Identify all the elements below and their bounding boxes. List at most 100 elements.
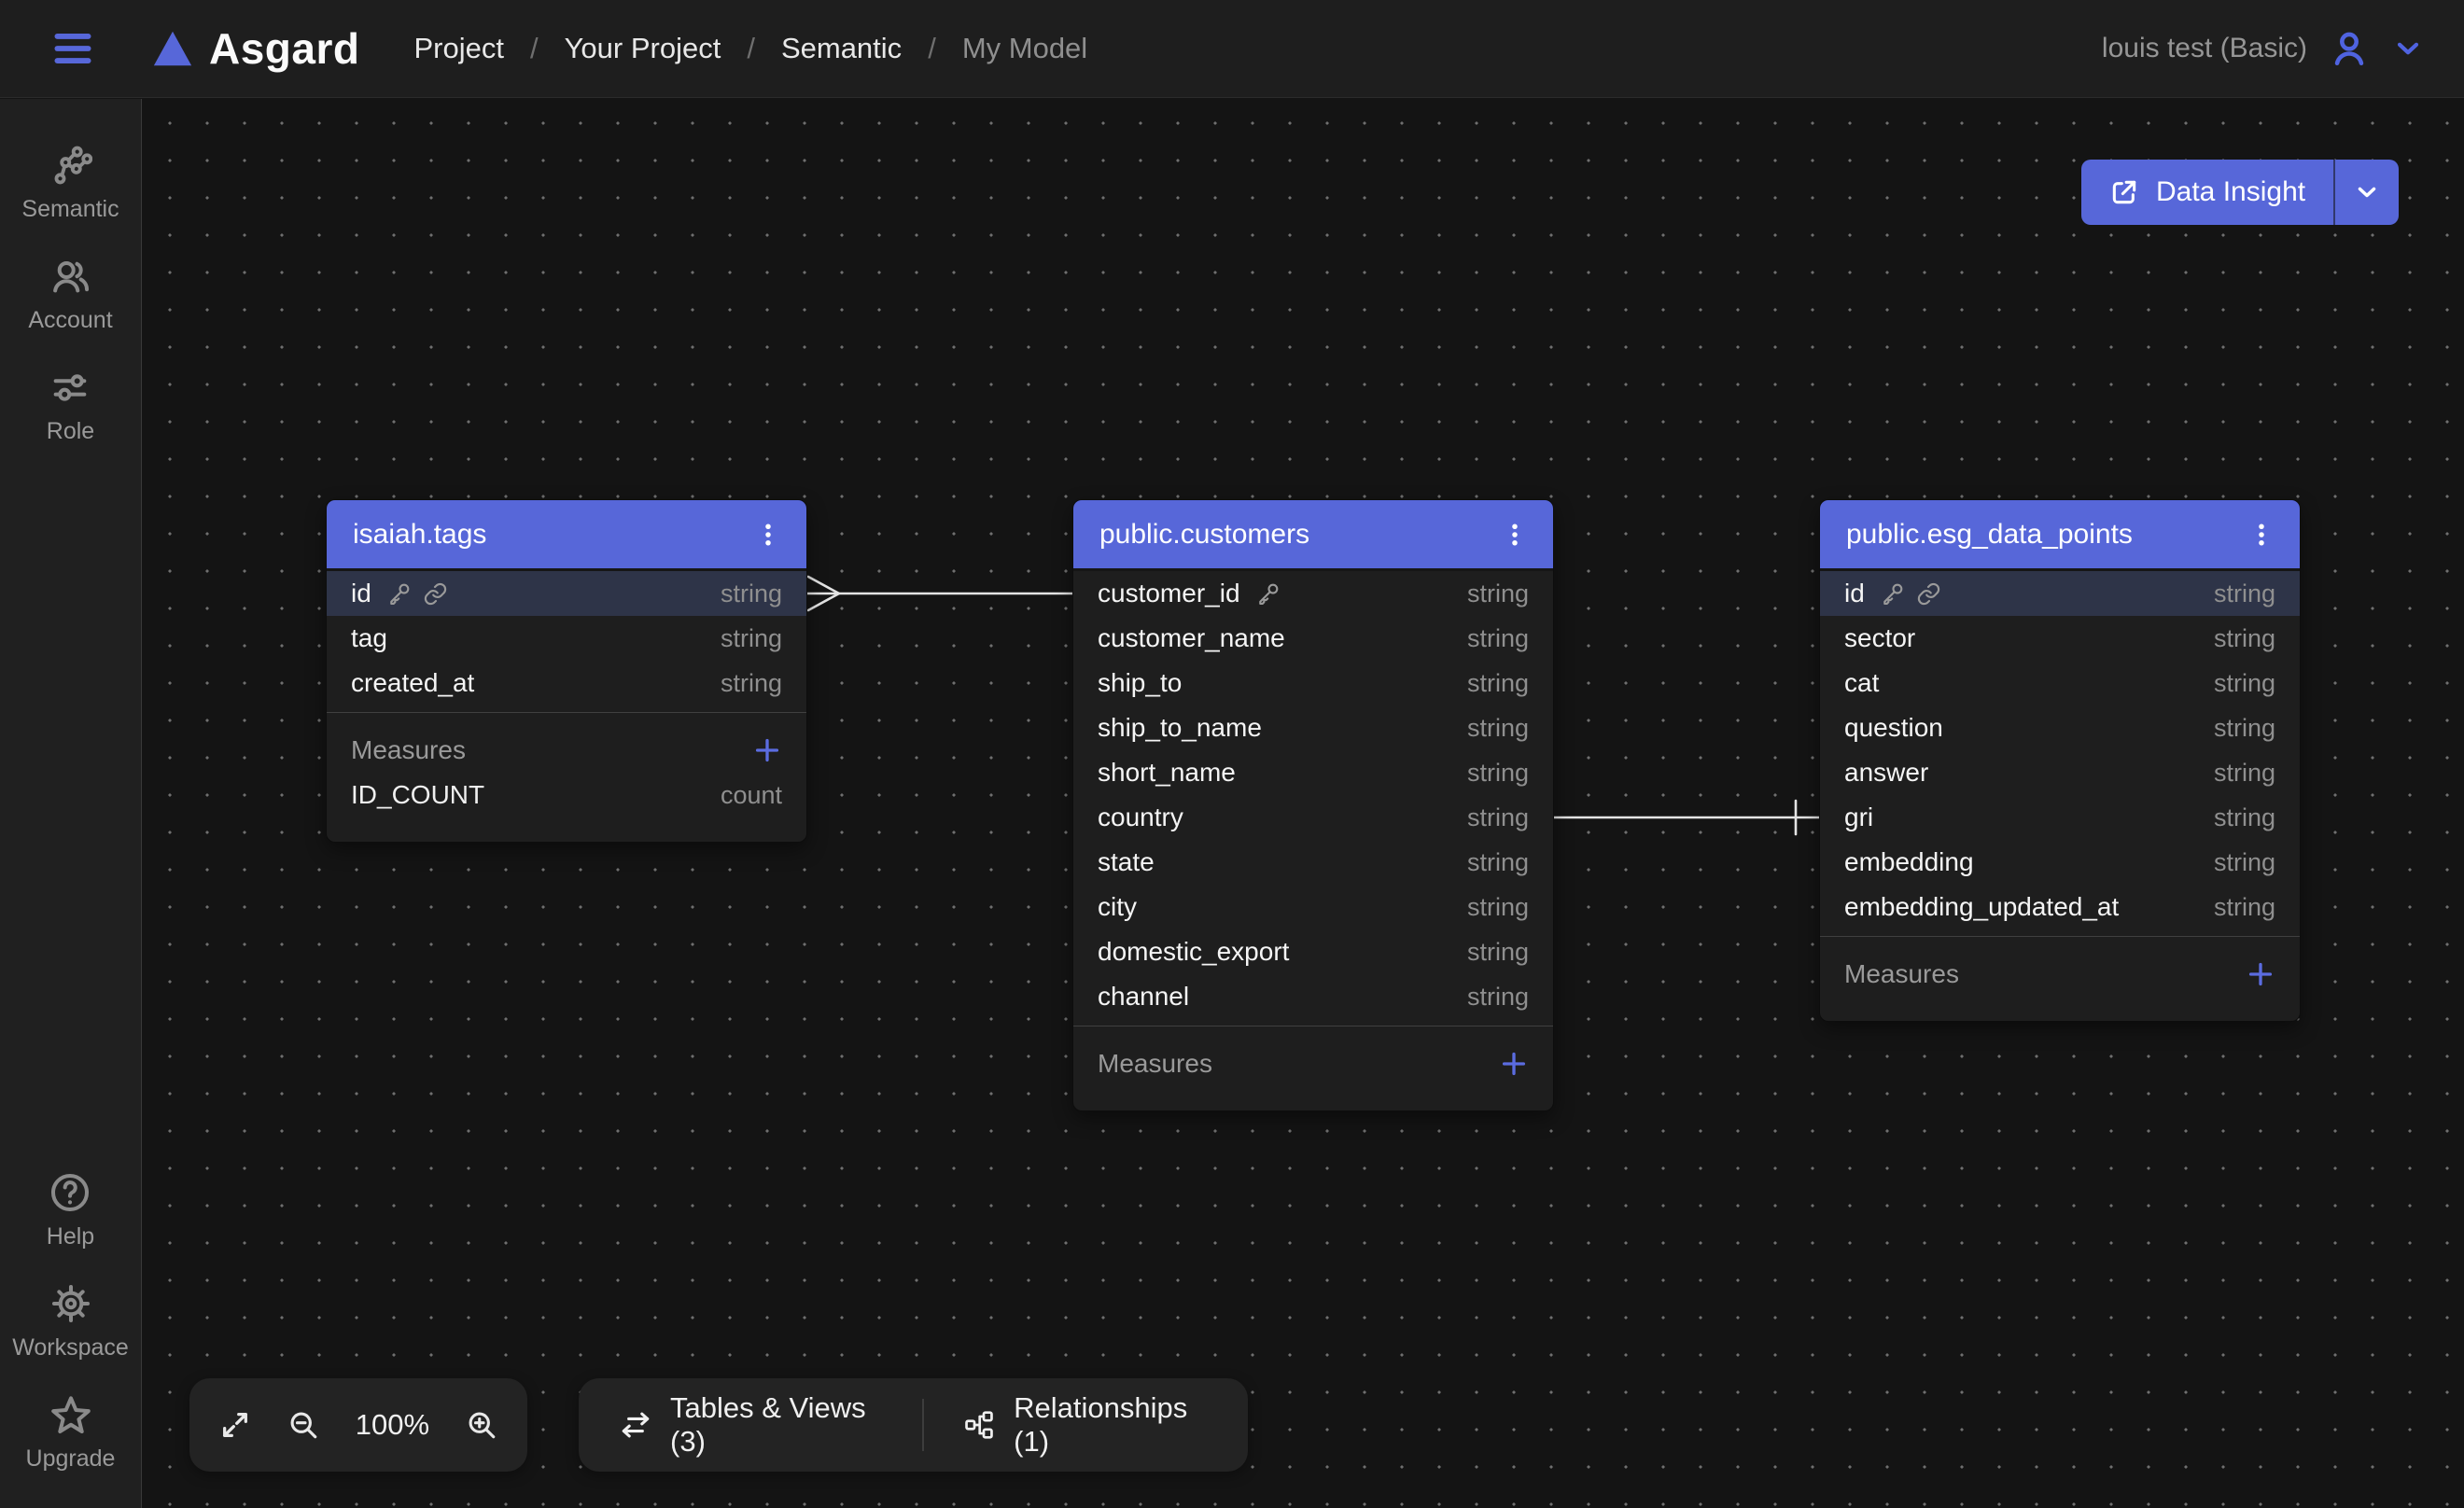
field-type: string — [1467, 983, 1529, 1012]
field-type: string — [1467, 714, 1529, 743]
add-measure-button[interactable] — [1499, 1049, 1529, 1079]
measures-section: Measures — [1820, 937, 2300, 1021]
field-row-tag[interactable]: tag string — [327, 616, 806, 661]
field-row-sector[interactable]: sector string — [1820, 616, 2300, 661]
brand-name: Asgard — [209, 23, 359, 74]
field-row-answer[interactable]: answer string — [1820, 750, 2300, 795]
kebab-menu-icon[interactable] — [2244, 517, 2279, 552]
field-row-state[interactable]: state string — [1073, 840, 1553, 885]
tables-views-button[interactable]: Tables & Views (3) — [620, 1391, 883, 1459]
top-bar: Asgard Project/Your Project/Semantic/My … — [0, 0, 2464, 98]
sidebar-item-role[interactable]: Role — [47, 366, 94, 445]
field-row-cat[interactable]: cat string — [1820, 661, 2300, 705]
field-name: id — [351, 579, 371, 608]
field-row-id[interactable]: id string — [1820, 571, 2300, 616]
field-type: string — [2214, 759, 2275, 788]
field-row-customer_name[interactable]: customer_name string — [1073, 616, 1553, 661]
sidebar-item-help[interactable]: Help — [47, 1171, 94, 1250]
relationships-icon — [963, 1409, 995, 1441]
breadcrumb-item-project[interactable]: Project — [413, 32, 503, 65]
measure-row-ID_COUNT[interactable]: ID_COUNT count — [327, 773, 806, 817]
field-row-question[interactable]: question string — [1820, 705, 2300, 750]
field-list: id string tag string created_at string — [327, 571, 806, 705]
relationships-button[interactable]: Relationships (1) — [963, 1391, 1207, 1459]
hamburger-icon — [49, 24, 97, 73]
field-type: string — [1467, 893, 1529, 922]
field-name: country — [1098, 803, 1183, 832]
measures-label: Measures — [1098, 1049, 1212, 1079]
field-row-short_name[interactable]: short_name string — [1073, 750, 1553, 795]
sidebar-item-upgrade[interactable]: Upgrade — [26, 1393, 116, 1473]
sidebar-item-workspace[interactable]: Workspace — [12, 1282, 129, 1361]
breadcrumb-item-your-project[interactable]: Your Project — [565, 32, 721, 65]
field-type: string — [1467, 938, 1529, 967]
zoom-in-button[interactable] — [466, 1409, 497, 1441]
field-type: string — [2214, 579, 2275, 608]
field-row-customer_id[interactable]: customer_id string — [1073, 571, 1553, 616]
triangle-logo-icon — [151, 27, 194, 70]
field-name: state — [1098, 847, 1155, 877]
field-type: string — [2214, 848, 2275, 877]
breadcrumb-item-semantic[interactable]: Semantic — [781, 32, 902, 65]
field-row-ship_to_name[interactable]: ship_to_name string — [1073, 705, 1553, 750]
table-card-header[interactable]: public.esg_data_points — [1820, 500, 2300, 571]
breadcrumb-separator: / — [747, 32, 755, 65]
field-name: ship_to_name — [1098, 713, 1262, 743]
table-name: public.esg_data_points — [1846, 519, 2133, 551]
field-row-channel[interactable]: channel string — [1073, 974, 1553, 1019]
kebab-menu-icon — [1501, 521, 1529, 549]
relationships-label: Relationships (1) — [1014, 1391, 1207, 1459]
field-name: customer_id — [1098, 579, 1240, 608]
field-row-embedding[interactable]: embedding string — [1820, 840, 2300, 885]
external-link-icon — [2109, 177, 2139, 207]
field-row-created_at[interactable]: created_at string — [327, 661, 806, 705]
external-link-icon — [2109, 177, 2139, 207]
kebab-menu-icon — [754, 521, 782, 549]
sidebar-item-account[interactable]: Account — [28, 255, 112, 334]
data-insight-dropdown-button[interactable] — [2333, 160, 2399, 225]
add-measure-button[interactable] — [2246, 959, 2275, 989]
measure-type: count — [721, 781, 782, 810]
field-name: embedding_updated_at — [1844, 892, 2119, 922]
sidebar-item-label: Help — [47, 1223, 94, 1250]
fit-view-button[interactable] — [219, 1409, 251, 1441]
kebab-menu-icon[interactable] — [1497, 517, 1533, 552]
zoom-toolbar: 100% — [189, 1378, 527, 1472]
field-row-country[interactable]: country string — [1073, 795, 1553, 840]
sidebar-item-label: Semantic — [21, 196, 119, 223]
measures-section: Measures ID_COUNT count — [327, 713, 806, 842]
table-card-header[interactable]: isaiah.tags — [327, 500, 806, 571]
account-people-icon — [49, 255, 92, 298]
data-insight-button[interactable]: Data Insight — [2081, 160, 2333, 225]
swap-arrows-icon — [620, 1409, 651, 1441]
field-type: string — [1467, 579, 1529, 608]
field-type: string — [1467, 803, 1529, 832]
add-measure-button[interactable] — [752, 735, 782, 765]
field-name: channel — [1098, 982, 1189, 1012]
relationships-icon — [963, 1409, 995, 1441]
field-row-ship_to[interactable]: ship_to string — [1073, 661, 1553, 705]
field-row-domestic_export[interactable]: domestic_export string — [1073, 929, 1553, 974]
chevron-down-icon[interactable] — [2391, 32, 2425, 65]
field-type: string — [2214, 714, 2275, 743]
expand-icon — [219, 1409, 251, 1441]
app-root: Asgard Project/Your Project/Semantic/My … — [0, 0, 2464, 1508]
zoom-in-icon — [466, 1409, 497, 1441]
zoom-out-button[interactable] — [287, 1409, 319, 1441]
hamburger-menu-button[interactable] — [49, 24, 97, 73]
field-name: domestic_export — [1098, 937, 1289, 967]
sidebar-item-semantic[interactable]: Semantic — [21, 144, 119, 223]
bottom-toolbar: Tables & Views (3) Relationships (1) — [579, 1378, 1248, 1472]
user-avatar-icon[interactable] — [2330, 29, 2369, 68]
field-list: customer_id string customer_name string … — [1073, 571, 1553, 1019]
user-label: louis test (Basic) — [2102, 33, 2307, 64]
kebab-menu-icon[interactable] — [750, 517, 786, 552]
table-card-header[interactable]: public.customers — [1073, 500, 1553, 571]
field-row-id[interactable]: id string — [327, 571, 806, 616]
field-row-city[interactable]: city string — [1073, 885, 1553, 929]
field-row-gri[interactable]: gri string — [1820, 795, 2300, 840]
sidebar-item-label: Role — [47, 418, 94, 445]
plus-icon — [752, 735, 782, 765]
user-menu[interactable]: louis test (Basic) — [2102, 29, 2425, 68]
field-row-embedding_updated_at[interactable]: embedding_updated_at string — [1820, 885, 2300, 929]
